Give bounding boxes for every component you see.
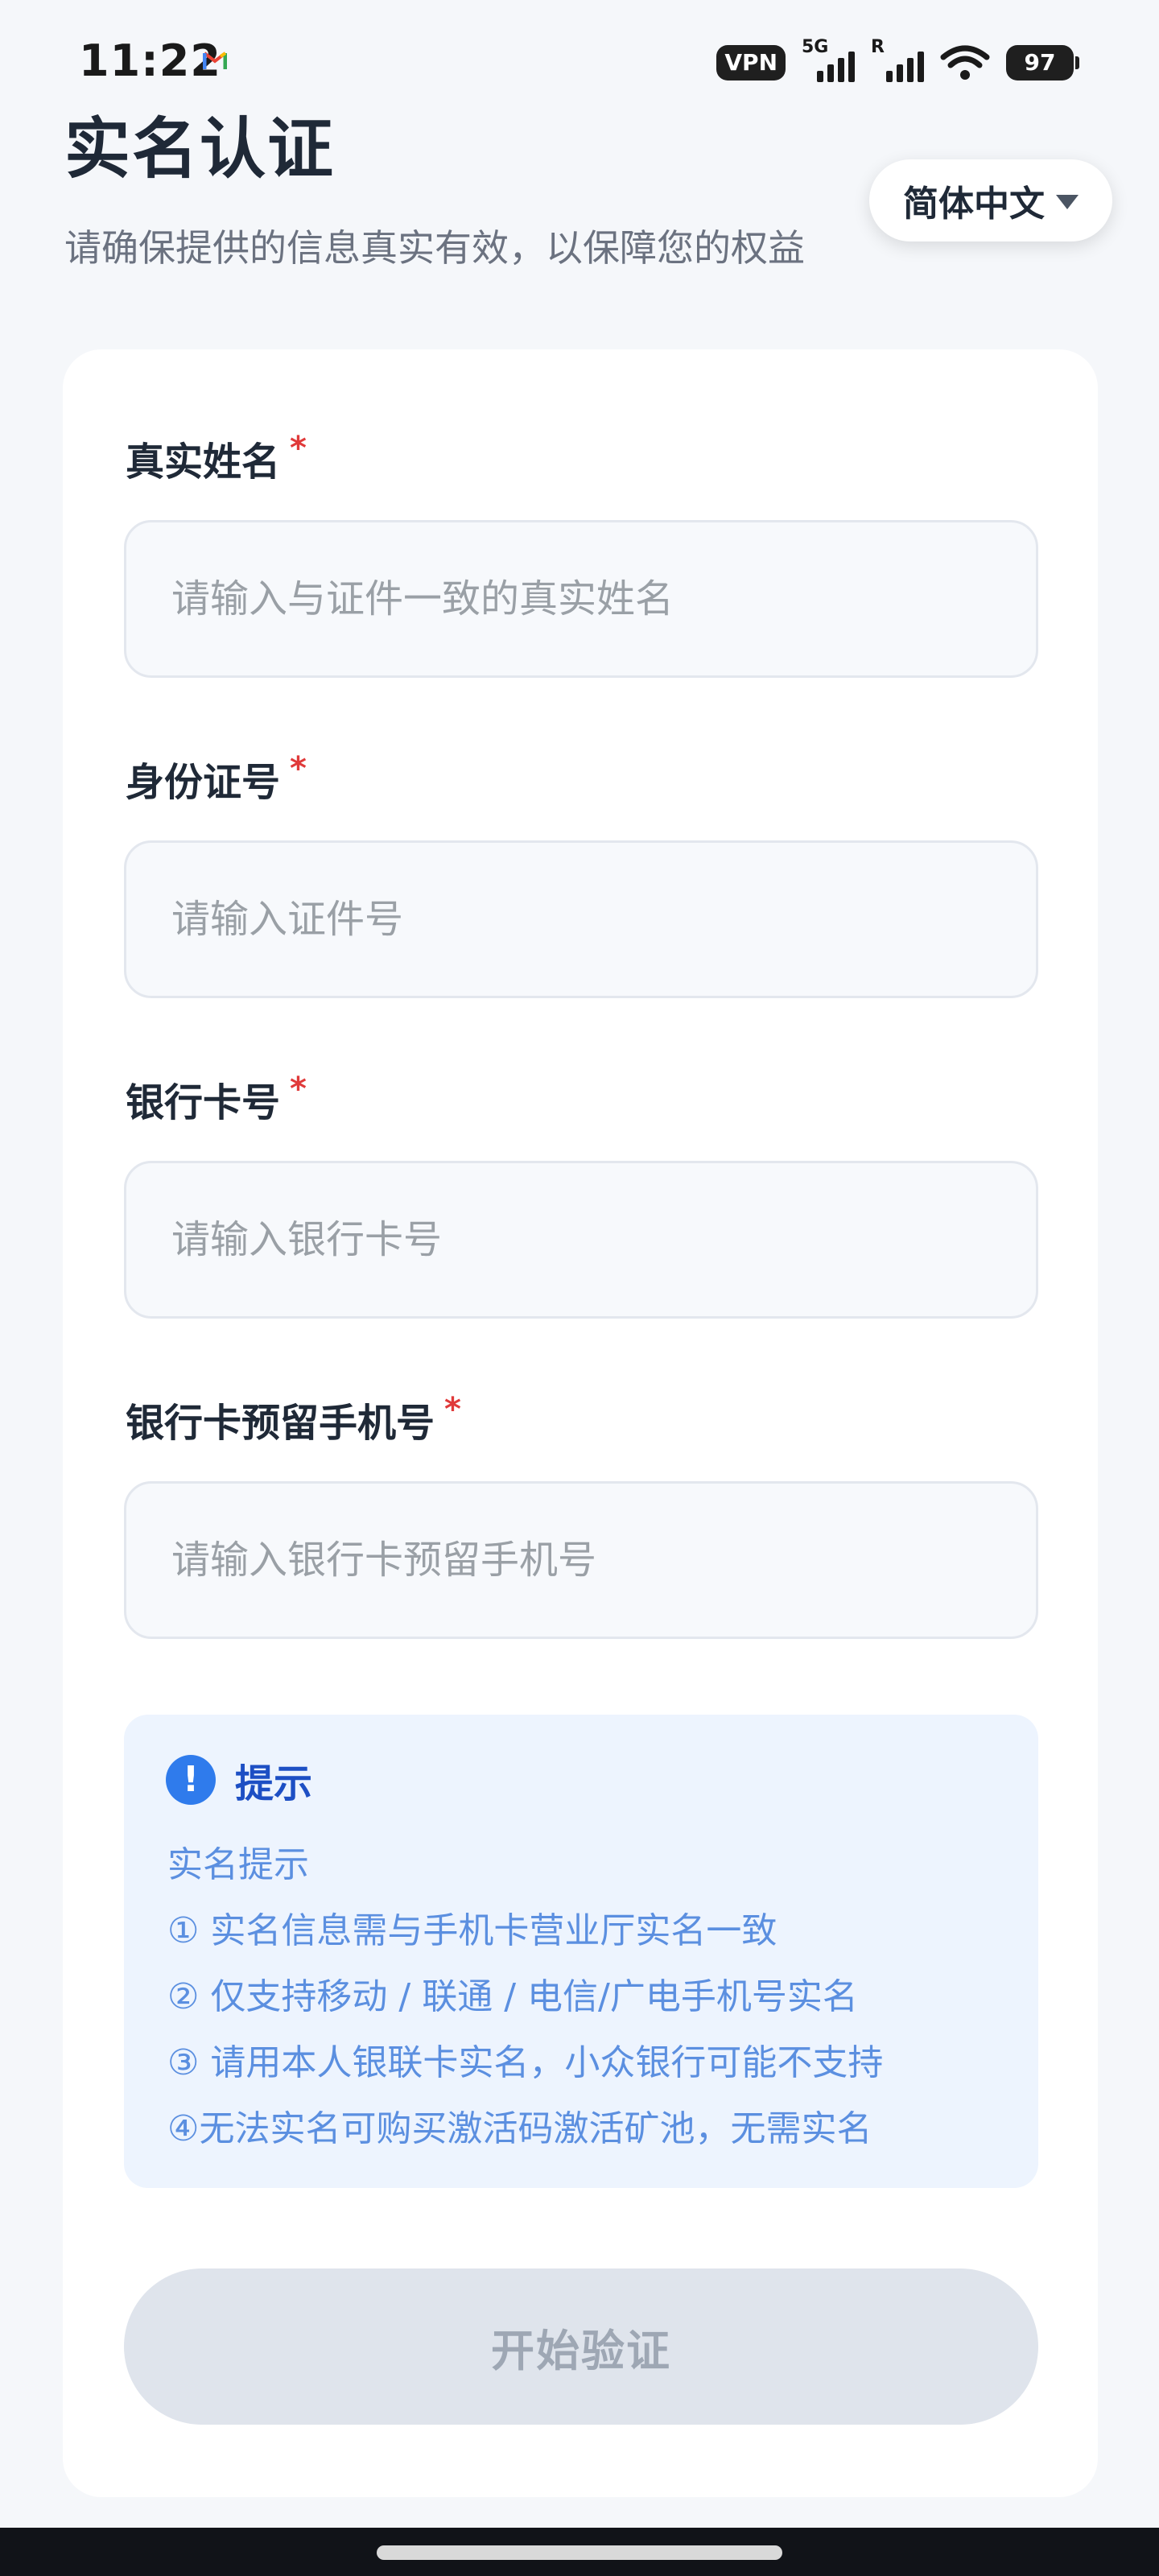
language-selector[interactable]: 简体中文 [869,159,1112,242]
field-label-text: 银行卡预留手机号 [126,1401,435,1446]
reserved-phone-input[interactable] [124,1481,1038,1639]
bank-card-input[interactable] [124,1161,1038,1319]
tip-box: ! 提示 实名提示 ① 实名信息需与手机卡营业厅实名一致 ② 仅支持移动 / 联… [124,1715,1038,2188]
vpn-badge: VPN [716,45,786,80]
verification-form-card: 真实姓名* 身份证号* 银行卡号* 银行卡预留手机号* ! 提示 实名提示 ① … [63,349,1098,2497]
required-mark: * [290,1071,307,1108]
tip-line: ③ 请用本人银联卡实名，小众银行可能不支持 [167,2042,884,2083]
status-bar: 11:22 VPN 5G R 97 [0,0,1159,105]
roaming-label: R [871,37,885,57]
tip-title: 提示 [235,1761,313,1806]
field-label-text: 身份证号 [126,760,281,805]
caret-down-icon [1056,195,1079,209]
field-label-id-number: 身份证号 * [126,750,307,807]
exclamation-circle-icon: ! [166,1755,216,1805]
tip-line: 实名提示 [167,1844,309,1885]
required-mark: * [290,430,307,467]
tip-line: ④无法实名可购买激活码激活矿池，无需实名 [167,2108,872,2149]
tip-header: ! 提示 [166,1752,312,1808]
signal-bars-icon: 5G [802,37,855,85]
tip-line: ① 实名信息需与手机卡营业厅实名一致 [167,1910,777,1951]
page: 11:22 VPN 5G R 97 实名认证 请确保提供的信息真实有效，以保障您… [0,0,1159,2576]
required-mark: * [290,750,307,787]
status-time: 11:22 [79,35,221,86]
field-label-bank-card: 银行卡号 * [126,1071,307,1127]
field-label-text: 真实姓名 [126,440,281,485]
home-indicator[interactable] [377,2545,782,2560]
page-subtitle: 请确保提供的信息真实有效，以保障您的权益 [64,226,805,270]
real-name-input[interactable] [124,520,1038,678]
id-number-input[interactable] [124,840,1038,998]
field-label-reserved-phone: 银行卡预留手机号 * [126,1391,461,1447]
start-verification-button[interactable]: 开始验证 [124,2268,1038,2425]
wifi-icon [940,45,990,80]
field-label-real-name: 真实姓名 * [126,430,307,486]
language-label: 简体中文 [903,184,1045,225]
tip-line: ② 仅支持移动 / 联通 / 电信/广电手机号实名 [167,1976,858,2017]
required-mark: * [444,1391,461,1428]
signal-bars-icon: R [871,37,924,85]
page-title: 实名认证 [64,111,336,188]
gmail-icon [203,52,227,69]
field-label-text: 银行卡号 [126,1080,281,1125]
status-indicators: VPN 5G R 97 [716,37,1079,85]
battery-icon: 97 [1006,45,1079,80]
navigation-bar [0,2528,1159,2576]
